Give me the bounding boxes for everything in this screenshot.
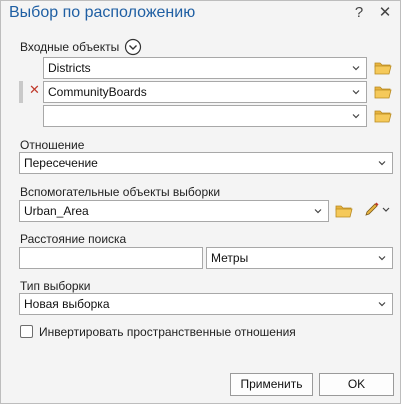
selecting-features-dropdown[interactable]: Urban_Area <box>19 200 329 222</box>
input-feature-dropdown-1[interactable]: Districts <box>43 57 367 79</box>
selection-type-value: Новая выборка <box>24 297 110 311</box>
row-drag-handle[interactable] <box>19 81 23 103</box>
invert-checkbox[interactable] <box>20 325 33 338</box>
search-distance-input[interactable] <box>19 247 203 269</box>
folder-open-icon[interactable] <box>374 84 392 100</box>
search-distance-label: Расстояние поиска <box>20 232 127 246</box>
folder-open-icon[interactable] <box>335 203 353 219</box>
folder-open-icon[interactable] <box>374 108 392 124</box>
distance-unit-dropdown[interactable]: Метры <box>206 247 393 269</box>
circle-chevron-down-icon[interactable] <box>124 38 142 56</box>
apply-button[interactable]: Применить <box>230 373 313 396</box>
chevron-down-icon <box>352 114 360 119</box>
selection-type-dropdown[interactable]: Новая выборка <box>19 293 393 315</box>
dialog-title: Выбор по расположению <box>9 4 196 21</box>
input-feature-value-1: Districts <box>48 61 91 75</box>
selection-type-label: Тип выборки <box>20 279 91 293</box>
help-button[interactable]: ? <box>352 4 366 24</box>
remove-row-icon[interactable]: ✕ <box>29 82 40 98</box>
folder-open-icon[interactable] <box>374 60 392 76</box>
selecting-features-label: Вспомогательные объекты выборки <box>20 185 221 199</box>
select-by-location-dialog: Выбор по расположению ? ✕ Входные объект… <box>0 0 401 404</box>
pencil-icon[interactable] <box>363 202 391 218</box>
relationship-dropdown[interactable]: Пересечение <box>19 152 393 174</box>
ok-button[interactable]: OK <box>319 373 394 396</box>
selecting-features-value: Urban_Area <box>24 204 89 218</box>
input-feature-dropdown-2[interactable]: CommunityBoards <box>43 81 367 103</box>
relationship-label: Отношение <box>20 138 85 152</box>
chevron-down-icon <box>378 161 386 166</box>
chevron-down-icon <box>352 66 360 71</box>
input-features-label: Входные объекты <box>20 40 120 54</box>
input-feature-value-2: CommunityBoards <box>48 85 147 99</box>
close-button[interactable]: ✕ <box>376 3 394 23</box>
relationship-value: Пересечение <box>24 156 98 170</box>
distance-unit-value: Метры <box>211 251 249 265</box>
chevron-down-icon <box>378 302 386 307</box>
chevron-down-icon <box>378 256 386 261</box>
chevron-down-icon <box>314 209 322 214</box>
invert-label: Инвертировать пространственные отношения <box>39 325 296 339</box>
chevron-down-icon <box>352 90 360 95</box>
input-feature-dropdown-3[interactable] <box>43 105 367 127</box>
